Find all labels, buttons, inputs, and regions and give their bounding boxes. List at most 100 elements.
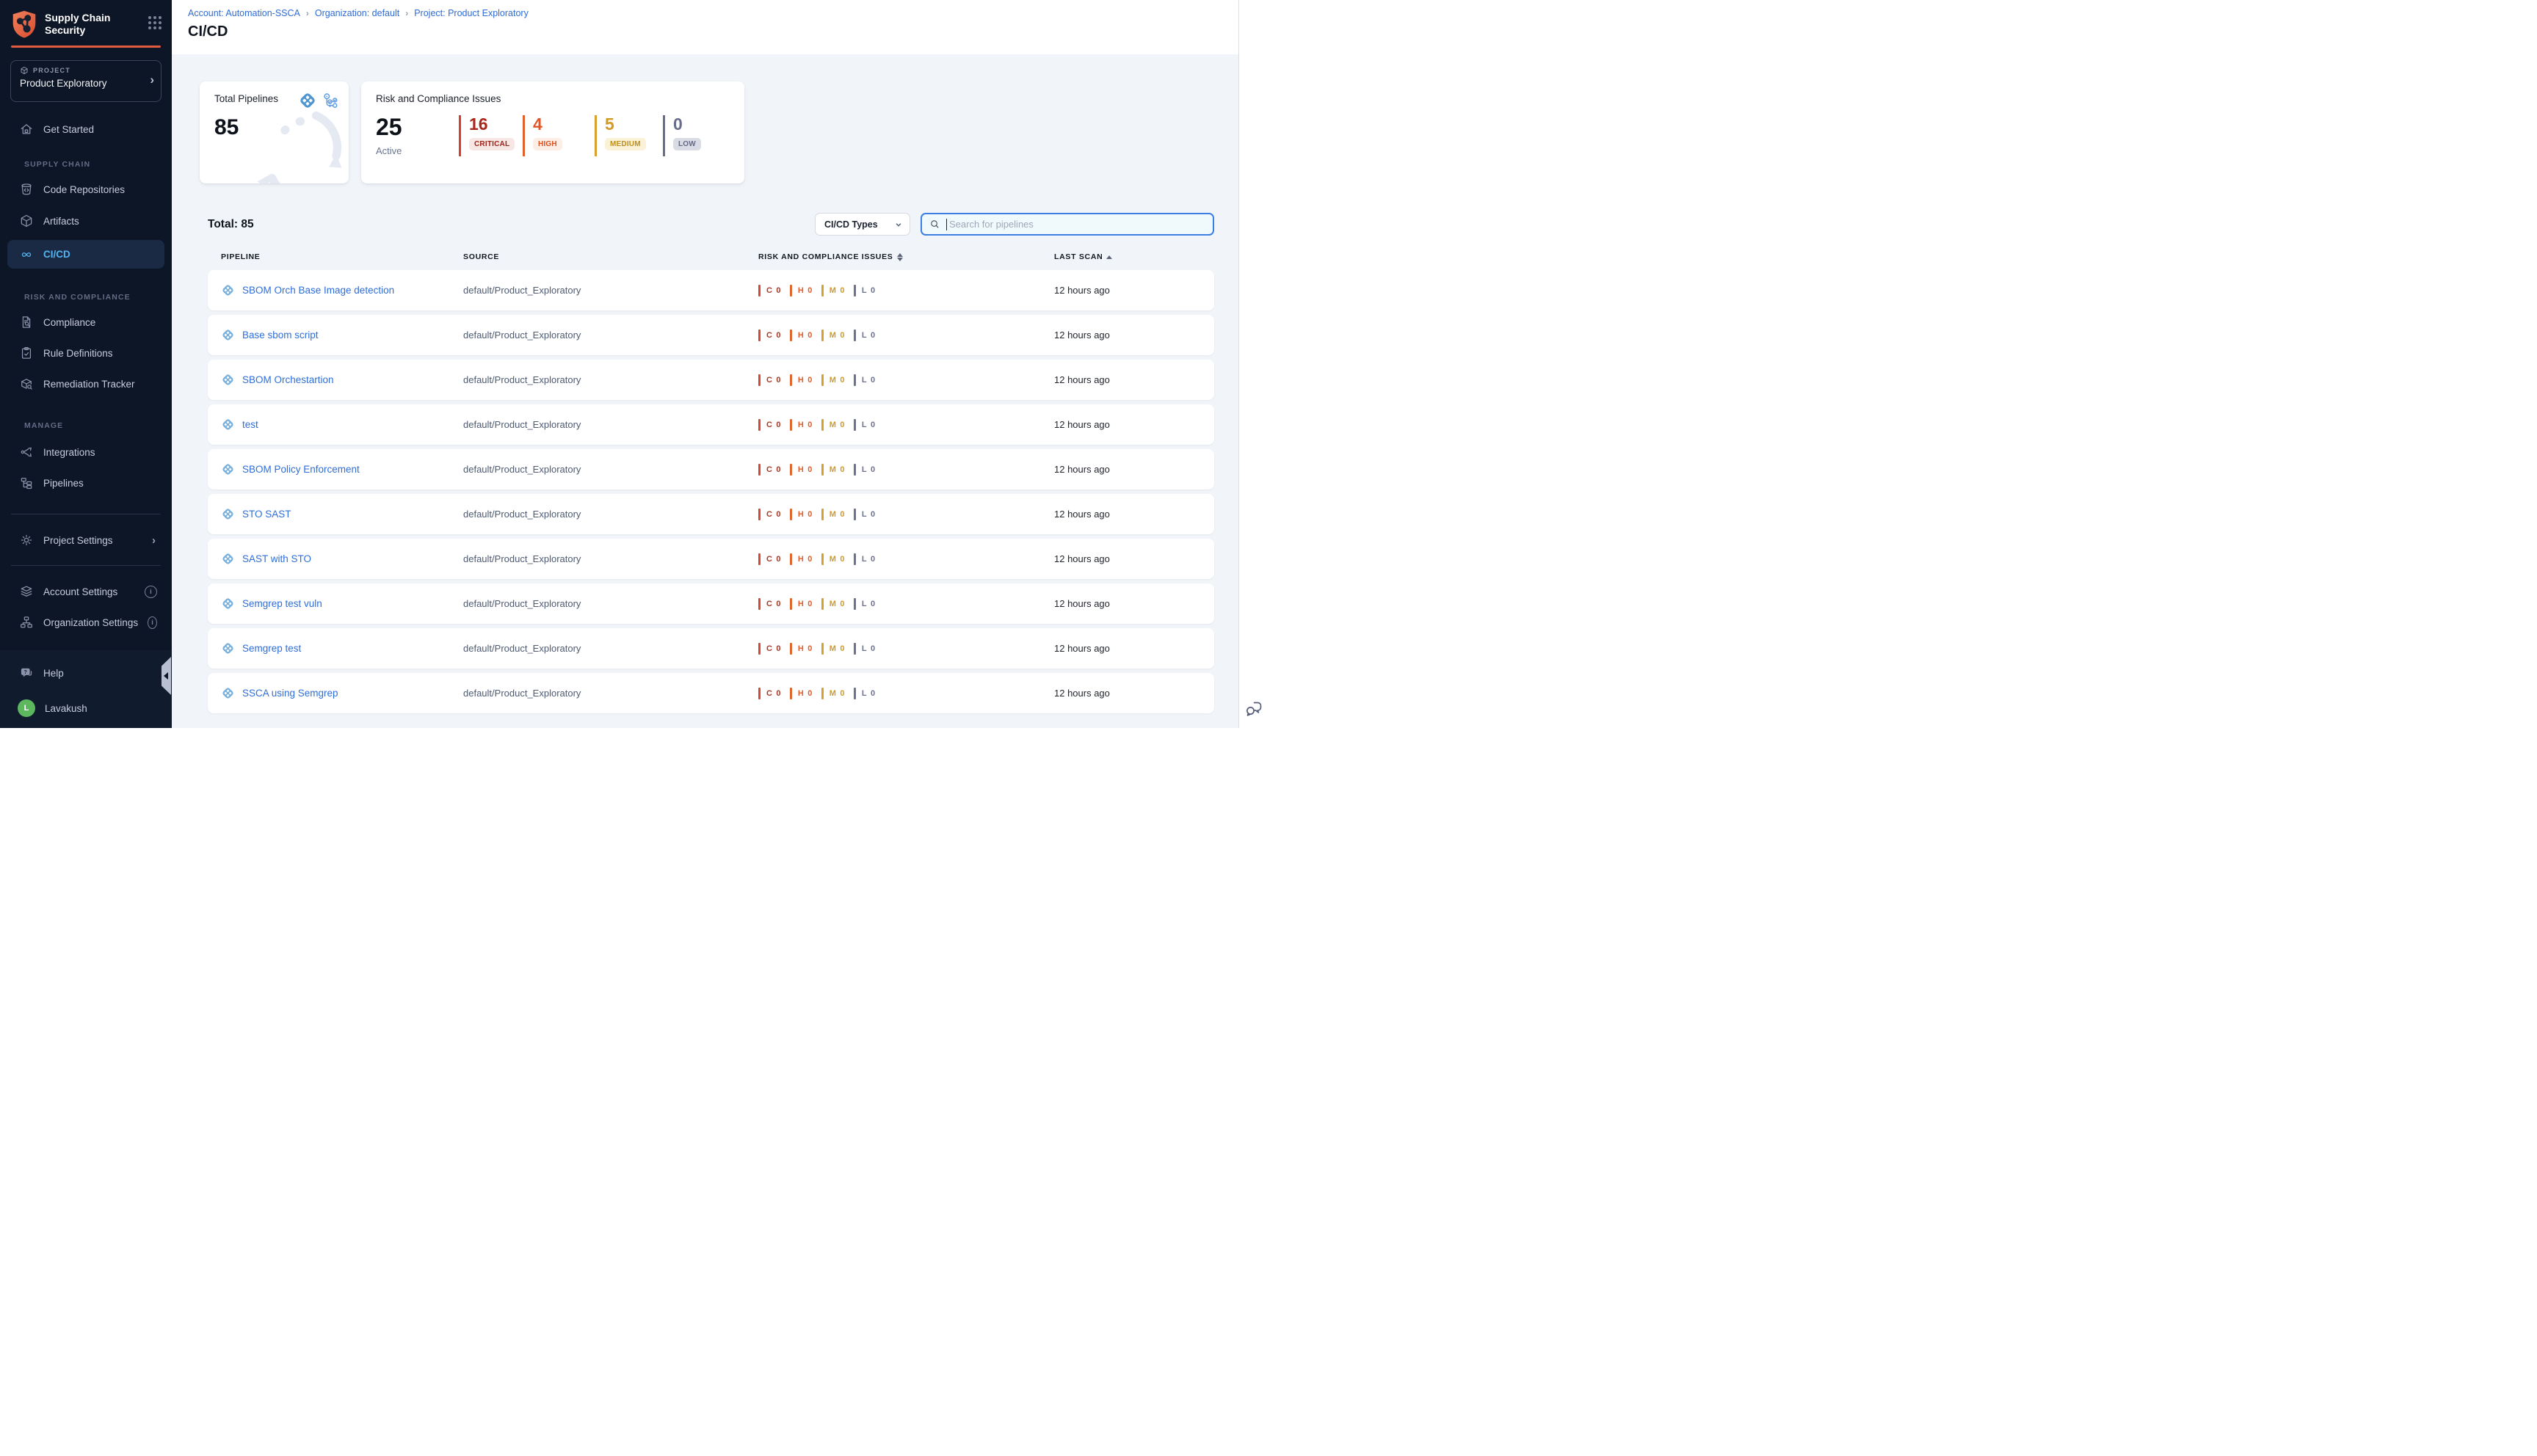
risk-compliance-card: Risk and Compliance Issues 25 Active 16C… bbox=[361, 81, 744, 183]
sidebar-item-compliance[interactable]: Compliance bbox=[0, 310, 172, 335]
pipeline-link[interactable]: SSCA using Semgrep bbox=[242, 688, 338, 699]
sidebar-footer: ? Help L Lavakush bbox=[0, 650, 172, 728]
sidebar-item-rule-definitions[interactable]: Rule Definitions bbox=[0, 341, 172, 365]
last-scan-cell: 12 hours ago bbox=[1054, 464, 1214, 475]
table-row: STO SASTdefault/Product_ExploratoryC0H0M… bbox=[208, 494, 1214, 534]
severity-chip-m: M0 bbox=[821, 330, 845, 341]
table-row: SBOM Orch Base Image detectiondefault/Pr… bbox=[208, 270, 1214, 310]
last-scan-cell: 12 hours ago bbox=[1054, 598, 1214, 609]
pipeline-link[interactable]: SBOM Orchestartion bbox=[242, 374, 334, 385]
severity-chip-c: C0 bbox=[758, 643, 781, 655]
page-header: Account: Automation-SSCA›Organization: d… bbox=[172, 0, 1238, 54]
table-row: SBOM Orchestartion default/Product_Explor… bbox=[208, 360, 1214, 400]
sidebar-item-help[interactable]: ? Help bbox=[0, 660, 172, 685]
sidebar-item-get-started[interactable]: Get Started bbox=[0, 117, 172, 142]
sidebar-item-label: Compliance bbox=[43, 317, 95, 328]
severity-chip-m: M0 bbox=[821, 598, 845, 610]
module-grid-icon[interactable] bbox=[148, 16, 161, 29]
pipeline-link[interactable]: SAST with STO bbox=[242, 553, 311, 564]
severity-chip-m: M0 bbox=[821, 553, 845, 565]
pipeline-link[interactable]: Semgrep test vuln bbox=[242, 598, 322, 609]
severity-chip-h: H0 bbox=[790, 374, 813, 386]
cicd-types-dropdown[interactable]: CI/CD Types bbox=[815, 213, 910, 236]
project-selector[interactable]: PROJECT Product Exploratory › bbox=[10, 60, 161, 102]
table-row: testdefault/Product_ExploratoryC0H0M0L01… bbox=[208, 404, 1214, 445]
severity-chip-l: L0 bbox=[854, 374, 876, 386]
severity-chip-m: M0 bbox=[821, 688, 845, 699]
severity-chip-c: C0 bbox=[758, 285, 781, 296]
issues-cell: C0H0M0L0 bbox=[758, 374, 1054, 386]
brand-header: Supply Chain Security bbox=[0, 0, 172, 39]
severity-chip-m: M0 bbox=[821, 419, 845, 431]
severity-chip-l: L0 bbox=[854, 285, 876, 296]
severity-chip-h: H0 bbox=[790, 598, 813, 610]
source-cell: default/Product_Exploratory bbox=[463, 598, 758, 609]
pipeline-link[interactable]: Semgrep test bbox=[242, 643, 301, 654]
section-label: RISK AND COMPLIANCE bbox=[0, 293, 172, 302]
section-label: MANAGE bbox=[0, 421, 172, 430]
column-header-last-scan[interactable]: LAST SCAN bbox=[1054, 252, 1214, 261]
sidebar-item-pipelines[interactable]: Pipelines bbox=[0, 470, 172, 495]
pipeline-link[interactable]: STO SAST bbox=[242, 509, 291, 520]
severity-chip-c: C0 bbox=[758, 464, 781, 476]
sidebar-item-artifacts[interactable]: Artifacts bbox=[0, 208, 172, 233]
harness-pipeline-icon bbox=[221, 552, 235, 566]
sidebar-item-label: Rule Definitions bbox=[43, 348, 113, 359]
info-icon[interactable]: i bbox=[148, 616, 157, 629]
source-cell: default/Product_Exploratory bbox=[463, 553, 758, 564]
severity-chip-l: L0 bbox=[854, 688, 876, 699]
pipeline-link[interactable]: SBOM Orch Base Image detection bbox=[242, 285, 394, 296]
source-cell: default/Product_Exploratory bbox=[463, 374, 758, 385]
last-scan-cell: 12 hours ago bbox=[1054, 643, 1214, 654]
breadcrumb-link[interactable]: Project: Product Exploratory bbox=[414, 8, 529, 18]
column-header-issues[interactable]: RISK AND COMPLIANCE ISSUES bbox=[758, 252, 1054, 261]
sidebar-item-label: Integrations bbox=[43, 447, 95, 458]
sidebar-item-label: Artifacts bbox=[43, 216, 79, 227]
source-cell: default/Product_Exploratory bbox=[463, 419, 758, 430]
sidebar-item-account-settings[interactable]: Account Settings i bbox=[0, 579, 172, 604]
info-icon[interactable]: i bbox=[145, 586, 157, 598]
severity-chip-c: C0 bbox=[758, 330, 781, 341]
user-menu[interactable]: L Lavakush bbox=[0, 696, 172, 721]
column-header-pipeline[interactable]: PIPELINE bbox=[221, 252, 463, 261]
nav-section-manage: MANAGE Integrations Pipelines bbox=[0, 402, 172, 501]
breadcrumb-link[interactable]: Organization: default bbox=[315, 8, 399, 18]
project-name: Product Exploratory bbox=[20, 78, 145, 89]
severity-badge: CRITICAL bbox=[469, 138, 515, 150]
active-issues-label: Active bbox=[376, 145, 459, 156]
search-input[interactable]: Search for pipelines bbox=[921, 213, 1214, 236]
pipeline-table-body: SBOM Orch Base Image detection default/Pr… bbox=[208, 270, 1214, 713]
severity-chip-l: L0 bbox=[854, 553, 876, 565]
pipeline-link[interactable]: test bbox=[242, 419, 258, 430]
sidebar-item-integrations[interactable]: Integrations bbox=[0, 440, 172, 465]
severity-count: 16 bbox=[469, 115, 523, 133]
severity-chip-h: H0 bbox=[790, 553, 813, 565]
sidebar-item-cicd[interactable]: CI/CD bbox=[7, 240, 164, 269]
harness-pipeline-icon bbox=[221, 686, 235, 700]
layers-icon bbox=[19, 584, 34, 599]
chevron-down-icon bbox=[895, 221, 902, 228]
cicd-icon bbox=[19, 247, 34, 262]
severity-chip-m: M0 bbox=[821, 285, 845, 296]
breadcrumb: Account: Automation-SSCA›Organization: d… bbox=[188, 8, 1238, 18]
severity-stat-medium: 5MEDIUM bbox=[595, 115, 663, 156]
table-row: Semgrep testdefault/Product_ExploratoryC… bbox=[208, 628, 1214, 669]
severity-chip-m: M0 bbox=[821, 643, 845, 655]
sidebar-nav: Get Started SUPPLY CHAIN Code Repositori… bbox=[0, 102, 172, 728]
issues-cell: C0H0M0L0 bbox=[758, 419, 1054, 431]
table-row: Base sbom scriptdefault/Product_Explorat… bbox=[208, 315, 1214, 355]
chat-support-icon[interactable] bbox=[1244, 699, 1263, 718]
sidebar-item-code-repositories[interactable]: Code Repositories bbox=[0, 177, 172, 202]
pipeline-link[interactable]: Base sbom script bbox=[242, 330, 319, 341]
nav-section-risk-compliance: RISK AND COMPLIANCE Compliance Rule Defin… bbox=[0, 275, 172, 402]
compliance-icon bbox=[19, 315, 34, 330]
svg-text:?: ? bbox=[24, 669, 27, 675]
severity-badge: MEDIUM bbox=[605, 138, 646, 150]
remediation-tracker-icon bbox=[19, 376, 34, 391]
pipeline-link[interactable]: SBOM Policy Enforcement bbox=[242, 464, 360, 475]
sidebar-item-remediation-tracker[interactable]: Remediation Tracker bbox=[0, 371, 172, 396]
sidebar-item-organization-settings[interactable]: Organization Settings i bbox=[0, 610, 172, 635]
column-header-source[interactable]: SOURCE bbox=[463, 252, 758, 261]
breadcrumb-link[interactable]: Account: Automation-SSCA bbox=[188, 8, 300, 18]
sidebar-item-project-settings[interactable]: Project Settings › bbox=[0, 528, 172, 553]
